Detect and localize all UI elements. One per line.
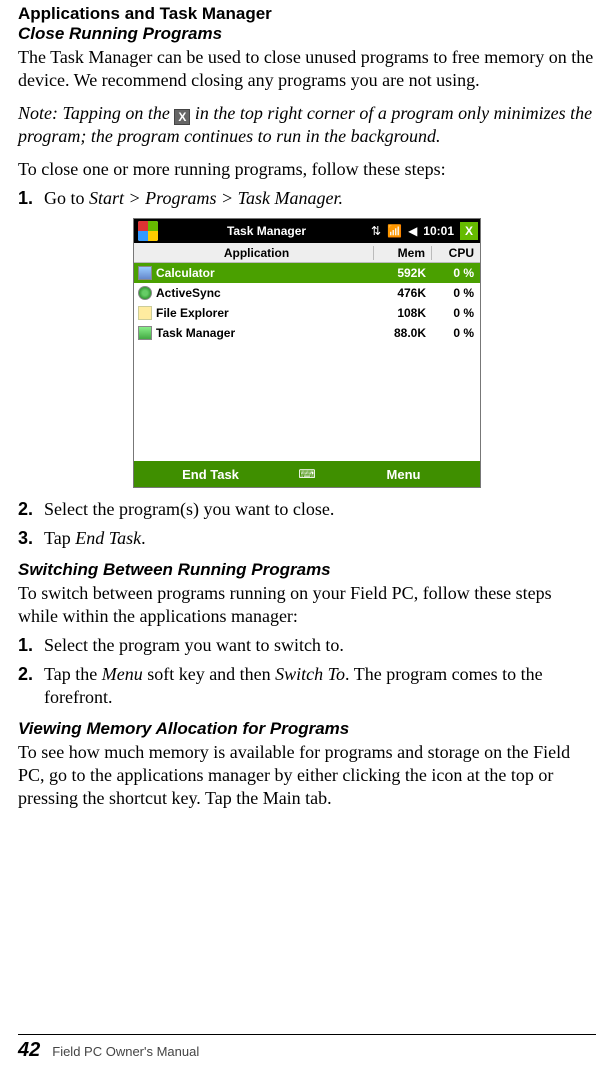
step-number: 1. [18, 187, 44, 210]
paragraph: To switch between programs running on yo… [18, 582, 596, 628]
task-name-cell: File Explorer [134, 306, 374, 320]
book-title: Field PC Owner's Manual [52, 1044, 199, 1059]
page-number: 42 [18, 1039, 40, 1062]
volume-icon[interactable]: ◀ [408, 224, 417, 238]
column-header-application[interactable]: Application [134, 246, 374, 260]
connectivity-icon[interactable]: ⇅ [371, 224, 381, 238]
step-number: 2. [18, 663, 44, 709]
window-title: Task Manager [162, 224, 371, 238]
task-mem-cell: 108K [374, 306, 432, 320]
keyboard-icon[interactable]: ⌨ [287, 467, 327, 481]
numbered-step: 1.Go to Start > Programs > Task Manager. [18, 187, 596, 210]
task-name: Task Manager [156, 326, 235, 340]
step-number: 2. [18, 498, 44, 521]
task-row[interactable]: ActiveSync 476K0 % [134, 283, 480, 303]
page-footer: 42 Field PC Owner's Manual [18, 1034, 596, 1062]
close-button[interactable]: X [460, 222, 478, 240]
task-row[interactable]: File Explorer 108K0 % [134, 303, 480, 323]
screenshot-container: Task Manager ⇅ 📶 ◀ 10:01 X Application M… [18, 218, 596, 488]
numbered-step: 2.Tap the Menu soft key and then Switch … [18, 663, 596, 709]
step-number: 1. [18, 634, 44, 657]
step-text: Select the program you want to switch to… [44, 634, 596, 657]
title-bar: Task Manager ⇅ 📶 ◀ 10:01 X [134, 219, 480, 243]
windows-start-icon[interactable] [138, 221, 158, 241]
paragraph: The Task Manager can be used to close un… [18, 46, 596, 92]
softkey-menu[interactable]: Menu [327, 467, 480, 482]
step-text: Tap End Task. [44, 527, 596, 550]
task-name-cell: ActiveSync [134, 286, 374, 300]
task-row[interactable]: Task Manager 88.0K0 % [134, 323, 480, 343]
step-text: Select the program(s) you want to close. [44, 498, 596, 521]
section-heading: Applications and Task Manager [18, 4, 596, 24]
subsection-heading: Viewing Memory Allocation for Programs [18, 719, 596, 739]
step-number: 3. [18, 527, 44, 550]
paragraph: To close one or more running programs, f… [18, 158, 596, 181]
signal-icon[interactable]: 📶 [387, 224, 402, 238]
task-name-cell: Task Manager [134, 326, 374, 340]
task-mem-cell: 592K [374, 266, 432, 280]
task-cpu-cell: 0 % [432, 326, 480, 340]
step-text: Tap the Menu soft key and then Switch To… [44, 663, 596, 709]
app-icon [138, 266, 152, 280]
paragraph: To see how much memory is available for … [18, 741, 596, 810]
numbered-step: 1.Select the program you want to switch … [18, 634, 596, 657]
subsection-heading: Close Running Programs [18, 24, 596, 44]
app-icon [138, 286, 152, 300]
step-text: Go to Start > Programs > Task Manager. [44, 187, 596, 210]
subsection-heading: Switching Between Running Programs [18, 560, 596, 580]
column-header-cpu[interactable]: CPU [432, 246, 480, 260]
note-paragraph: Note: Tapping on the X in the top right … [18, 102, 596, 148]
app-icon [138, 326, 152, 340]
column-header-row: Application Mem CPU [134, 243, 480, 263]
task-cpu-cell: 0 % [432, 286, 480, 300]
softkey-end-task[interactable]: End Task [134, 467, 287, 482]
clock-text[interactable]: 10:01 [423, 224, 454, 238]
close-icon: X [174, 109, 190, 125]
numbered-step: 3.Tap End Task. [18, 527, 596, 550]
task-mem-cell: 88.0K [374, 326, 432, 340]
task-name: ActiveSync [156, 286, 221, 300]
task-mem-cell: 476K [374, 286, 432, 300]
task-name-cell: Calculator [134, 266, 374, 280]
numbered-step: 2.Select the program(s) you want to clos… [18, 498, 596, 521]
list-empty-area [134, 343, 480, 461]
task-name: Calculator [156, 266, 215, 280]
system-tray: ⇅ 📶 ◀ 10:01 X [371, 222, 480, 240]
soft-key-bar: End Task ⌨ Menu [134, 461, 480, 487]
task-cpu-cell: 0 % [432, 306, 480, 320]
task-row[interactable]: Calculator 592K0 % [134, 263, 480, 283]
task-manager-window: Task Manager ⇅ 📶 ◀ 10:01 X Application M… [133, 218, 481, 488]
task-name: File Explorer [156, 306, 229, 320]
note-pre: Note: Tapping on the [18, 103, 174, 123]
task-cpu-cell: 0 % [432, 266, 480, 280]
column-header-mem[interactable]: Mem [374, 246, 432, 260]
app-icon [138, 306, 152, 320]
